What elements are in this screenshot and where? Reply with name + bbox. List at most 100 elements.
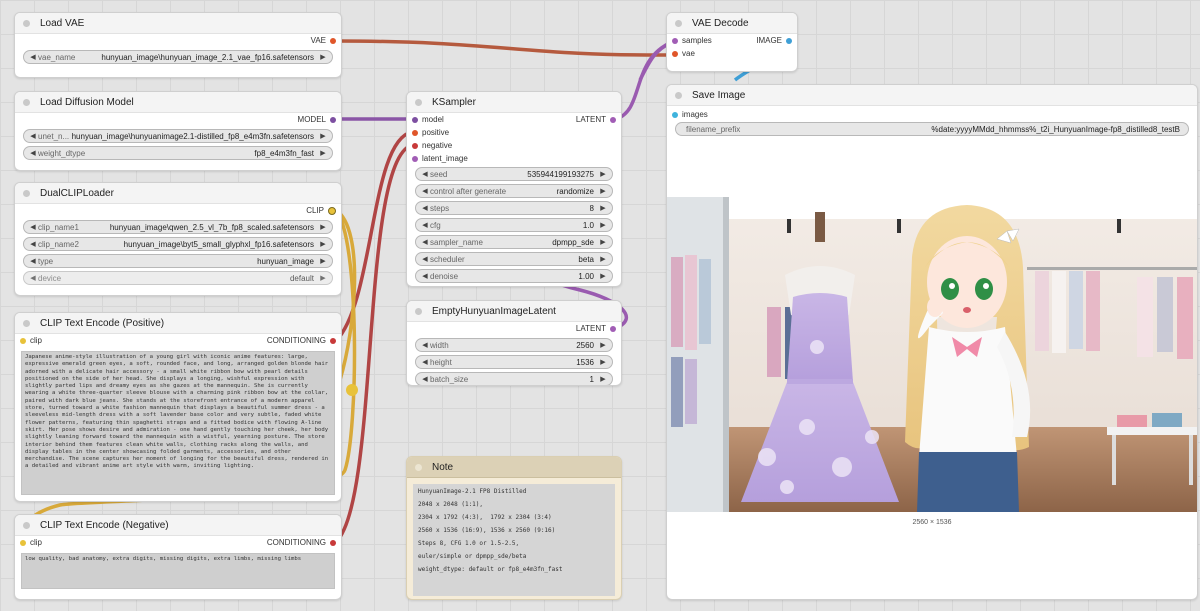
wire-reroute-dot[interactable] [346, 384, 358, 396]
input-pin-vae[interactable] [672, 50, 678, 57]
input-pin-latent[interactable] [412, 155, 418, 162]
arrow-right-icon[interactable]: ▶ [318, 53, 328, 61]
input-pin-model[interactable] [412, 116, 418, 123]
arrow-right-icon[interactable]: ▶ [598, 358, 608, 366]
input-pin-positive[interactable] [412, 129, 418, 136]
arrow-right-icon[interactable]: ▶ [598, 341, 608, 349]
collapse-dot-icon[interactable] [415, 307, 422, 315]
collapse-dot-icon[interactable] [23, 19, 30, 27]
collapse-dot-icon[interactable] [23, 98, 30, 106]
node-title-bar[interactable]: CLIP Text Encode (Negative) [15, 515, 341, 536]
arrow-left-icon[interactable]: ◀ [28, 53, 38, 61]
output-pin-image[interactable] [786, 37, 792, 44]
input-pin-clip[interactable] [20, 337, 26, 344]
node-title-bar[interactable]: Load VAE [15, 13, 341, 34]
collapse-dot-icon[interactable] [675, 91, 682, 99]
collapse-dot-icon[interactable] [415, 463, 422, 471]
arrow-right-icon[interactable]: ▶ [318, 149, 328, 157]
arrow-right-icon[interactable]: ▶ [318, 223, 328, 231]
arrow-right-icon[interactable]: ▶ [598, 187, 608, 195]
arrow-right-icon[interactable]: ▶ [598, 204, 608, 212]
input-pin-clip[interactable] [20, 539, 26, 546]
node-title-bar[interactable]: KSampler [407, 92, 621, 113]
arrow-right-icon[interactable]: ▶ [318, 240, 328, 248]
arrow-right-icon[interactable]: ▶ [598, 375, 608, 383]
collapse-dot-icon[interactable] [23, 189, 30, 197]
number-denoise[interactable]: ◀ denoise 1.00 ▶ [415, 269, 613, 283]
output-pin-clip[interactable] [328, 206, 336, 215]
arrow-left-icon[interactable]: ◀ [420, 272, 430, 280]
number-steps[interactable]: ◀ steps 8 ▶ [415, 201, 613, 215]
node-title-bar[interactable]: EmptyHunyuanImageLatent [407, 301, 621, 322]
arrow-left-icon[interactable]: ◀ [420, 187, 430, 195]
arrow-left-icon[interactable]: ◀ [420, 341, 430, 349]
arrow-left-icon[interactable]: ◀ [420, 375, 430, 383]
node-title-bar[interactable]: DualCLIPLoader [15, 183, 341, 204]
node-load-vae[interactable]: Load VAE VAE ◀ vae_name hunyuan_image\huny… [14, 12, 342, 78]
node-save-image[interactable]: Save Image images filename_prefix %date:y… [666, 84, 1198, 600]
node-title-bar[interactable]: Note [407, 457, 621, 478]
number-width[interactable]: ◀ width 2560 ▶ [415, 338, 613, 352]
node-empty-hunyuan-image-latent[interactable]: EmptyHunyuanImageLatent LATENT ◀ width 256… [406, 300, 622, 386]
arrow-left-icon[interactable]: ◀ [420, 255, 430, 263]
text-filename-prefix[interactable]: filename_prefix %date:yyyyMMdd_hhmmss%_t2… [675, 122, 1189, 136]
input-pin-negative[interactable] [412, 142, 418, 149]
arrow-left-icon[interactable]: ◀ [28, 274, 38, 282]
number-batch-size[interactable]: ◀ batch_size 1 ▶ [415, 372, 613, 385]
output-pin-conditioning[interactable] [330, 337, 336, 344]
node-clip-text-encode-negative[interactable]: CLIP Text Encode (Negative) clip CONDITIO… [14, 514, 342, 600]
combo-weight-dtype[interactable]: ◀ weight_dtype fp8_e4m3fn_fast ▶ [23, 146, 333, 160]
input-pin-images[interactable] [672, 111, 678, 118]
collapse-dot-icon[interactable] [23, 319, 30, 327]
combo-vae-name[interactable]: ◀ vae_name hunyuan_image\hunyuan_image_2.1… [23, 50, 333, 64]
node-clip-text-encode-positive[interactable]: CLIP Text Encode (Positive) clip CONDITIO… [14, 312, 342, 502]
node-title-bar[interactable]: VAE Decode [667, 13, 797, 34]
collapse-dot-icon[interactable] [415, 98, 422, 106]
note-textarea[interactable]: HunyuanImage-2.1 FP8 Distilled 2048 x 20… [413, 484, 615, 596]
combo-clip-name1[interactable]: ◀ clip_name1 hunyuan_image\qwen_2.5_vl_7b_… [23, 220, 333, 234]
output-pin-model[interactable] [330, 116, 336, 123]
node-title-bar[interactable]: Load Diffusion Model [15, 92, 341, 113]
collapse-dot-icon[interactable] [675, 19, 682, 27]
combo-unet-name[interactable]: ◀ unet_n... hunyuan_image\hunyuanimage2.1-… [23, 129, 333, 143]
output-pin-vae[interactable] [330, 37, 336, 44]
arrow-left-icon[interactable]: ◀ [420, 170, 430, 178]
combo-clip-name2[interactable]: ◀ clip_name2 hunyuan_image\byt5_small_glyp… [23, 237, 333, 251]
node-load-diffusion-model[interactable]: Load Diffusion Model MODEL ◀ unet_n... hun… [14, 91, 342, 171]
arrow-right-icon[interactable]: ▶ [598, 272, 608, 280]
combo-control-after-generate[interactable]: ◀ control after generate randomize ▶ [415, 184, 613, 198]
number-cfg[interactable]: ◀ cfg 1.0 ▶ [415, 218, 613, 232]
arrow-left-icon[interactable]: ◀ [420, 358, 430, 366]
number-seed[interactable]: ◀ seed 535944199193275 ▶ [415, 167, 613, 181]
combo-scheduler[interactable]: ◀ scheduler beta ▶ [415, 252, 613, 266]
arrow-right-icon[interactable]: ▶ [318, 132, 328, 140]
arrow-left-icon[interactable]: ◀ [28, 257, 38, 265]
negative-prompt-textarea[interactable]: low quality, bad anatomy, extra digits, … [21, 553, 335, 589]
collapse-dot-icon[interactable] [23, 521, 30, 529]
arrow-right-icon[interactable]: ▶ [598, 255, 608, 263]
arrow-right-icon[interactable]: ▶ [598, 238, 608, 246]
arrow-right-icon[interactable]: ▶ [318, 274, 328, 282]
output-pin-latent[interactable] [610, 325, 616, 332]
arrow-right-icon[interactable]: ▶ [318, 257, 328, 265]
arrow-left-icon[interactable]: ◀ [28, 240, 38, 248]
node-ksampler[interactable]: KSampler model LATENT positive negative l… [406, 91, 622, 287]
number-height[interactable]: ◀ height 1536 ▶ [415, 355, 613, 369]
node-note[interactable]: Note HunyuanImage-2.1 FP8 Distilled 2048… [406, 456, 622, 600]
positive-prompt-textarea[interactable]: Japanese anime-style illustration of a y… [21, 351, 335, 495]
node-dual-clip-loader[interactable]: DualCLIPLoader CLIP ◀ clip_name1 hunyuan_i… [14, 182, 342, 296]
arrow-left-icon[interactable]: ◀ [420, 204, 430, 212]
output-pin-conditioning[interactable] [330, 539, 336, 546]
arrow-left-icon[interactable]: ◀ [420, 238, 430, 246]
output-image-preview[interactable] [667, 197, 1197, 512]
input-pin-samples[interactable] [672, 37, 678, 44]
combo-device[interactable]: ◀ device default ▶ [23, 271, 333, 285]
arrow-right-icon[interactable]: ▶ [598, 221, 608, 229]
node-title-bar[interactable]: Save Image [667, 85, 1197, 106]
arrow-left-icon[interactable]: ◀ [28, 149, 38, 157]
combo-sampler-name[interactable]: ◀ sampler_name dpmpp_sde ▶ [415, 235, 613, 249]
arrow-right-icon[interactable]: ▶ [598, 170, 608, 178]
output-pin-latent[interactable] [610, 116, 616, 123]
node-title-bar[interactable]: CLIP Text Encode (Positive) [15, 313, 341, 334]
node-canvas[interactable]: Load VAE VAE ◀ vae_name hunyuan_image\huny… [0, 0, 1200, 611]
